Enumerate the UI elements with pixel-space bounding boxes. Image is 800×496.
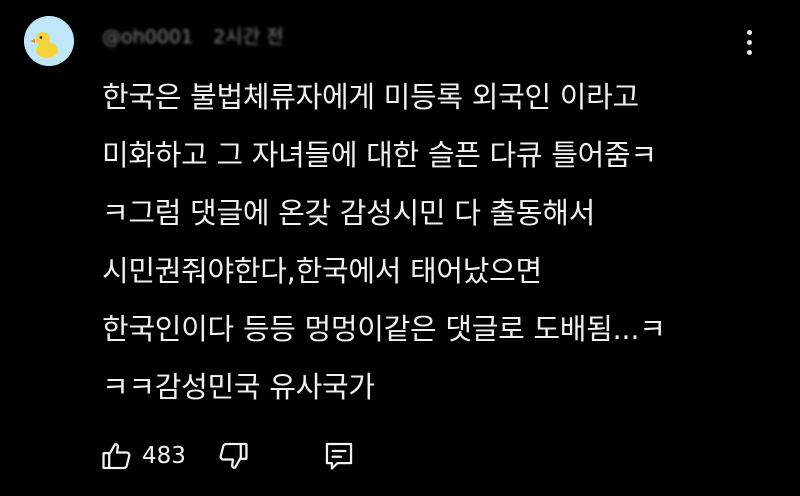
thumbs-up-icon bbox=[100, 439, 134, 473]
comment-header: @oh0001 2시간 전 bbox=[102, 22, 284, 52]
reply-button[interactable] bbox=[322, 436, 356, 476]
comment-text-line: ㅋ그럼 댓글에 온갖 감성시민 다 출동해서 bbox=[102, 196, 596, 230]
author-name[interactable]: @oh0001 bbox=[102, 26, 193, 48]
more-options-button[interactable] bbox=[738, 28, 762, 58]
comment-text: 한국은 불법체류자에게 미등록 외국인 이라고 미화하고 그 자녀들에 대한 슬… bbox=[102, 68, 762, 416]
like-count: 483 bbox=[142, 443, 186, 469]
comment-text-line: 미화하고 그 자녀들에 대한 슬픈 다큐 틀어줌ㅋ bbox=[102, 138, 657, 172]
like-button[interactable]: 483 bbox=[100, 436, 186, 476]
comment-time[interactable]: 2시간 전 bbox=[213, 26, 284, 48]
duck-avatar-icon bbox=[24, 16, 74, 66]
comment-text-line: ㅋㅋ감성민국 유사국가 bbox=[102, 370, 375, 404]
comment-text-line: 한국인이다 등등 멍멍이같은 댓글로 도배됨...ㅋ bbox=[102, 312, 666, 346]
avatar[interactable] bbox=[24, 16, 74, 66]
thumbs-down-icon bbox=[216, 439, 250, 473]
dislike-button[interactable] bbox=[216, 436, 250, 476]
comment-text-line: 시민권줘야한다,한국에서 태어났으면 bbox=[102, 254, 542, 288]
reply-comment-icon bbox=[322, 439, 356, 473]
comment-thread-item: @oh0001 2시간 전 한국은 불법체류자에게 미등록 외국인 이라고 미화… bbox=[0, 0, 800, 496]
comment-text-line: 한국은 불법체류자에게 미등록 외국인 이라고 bbox=[102, 80, 639, 114]
